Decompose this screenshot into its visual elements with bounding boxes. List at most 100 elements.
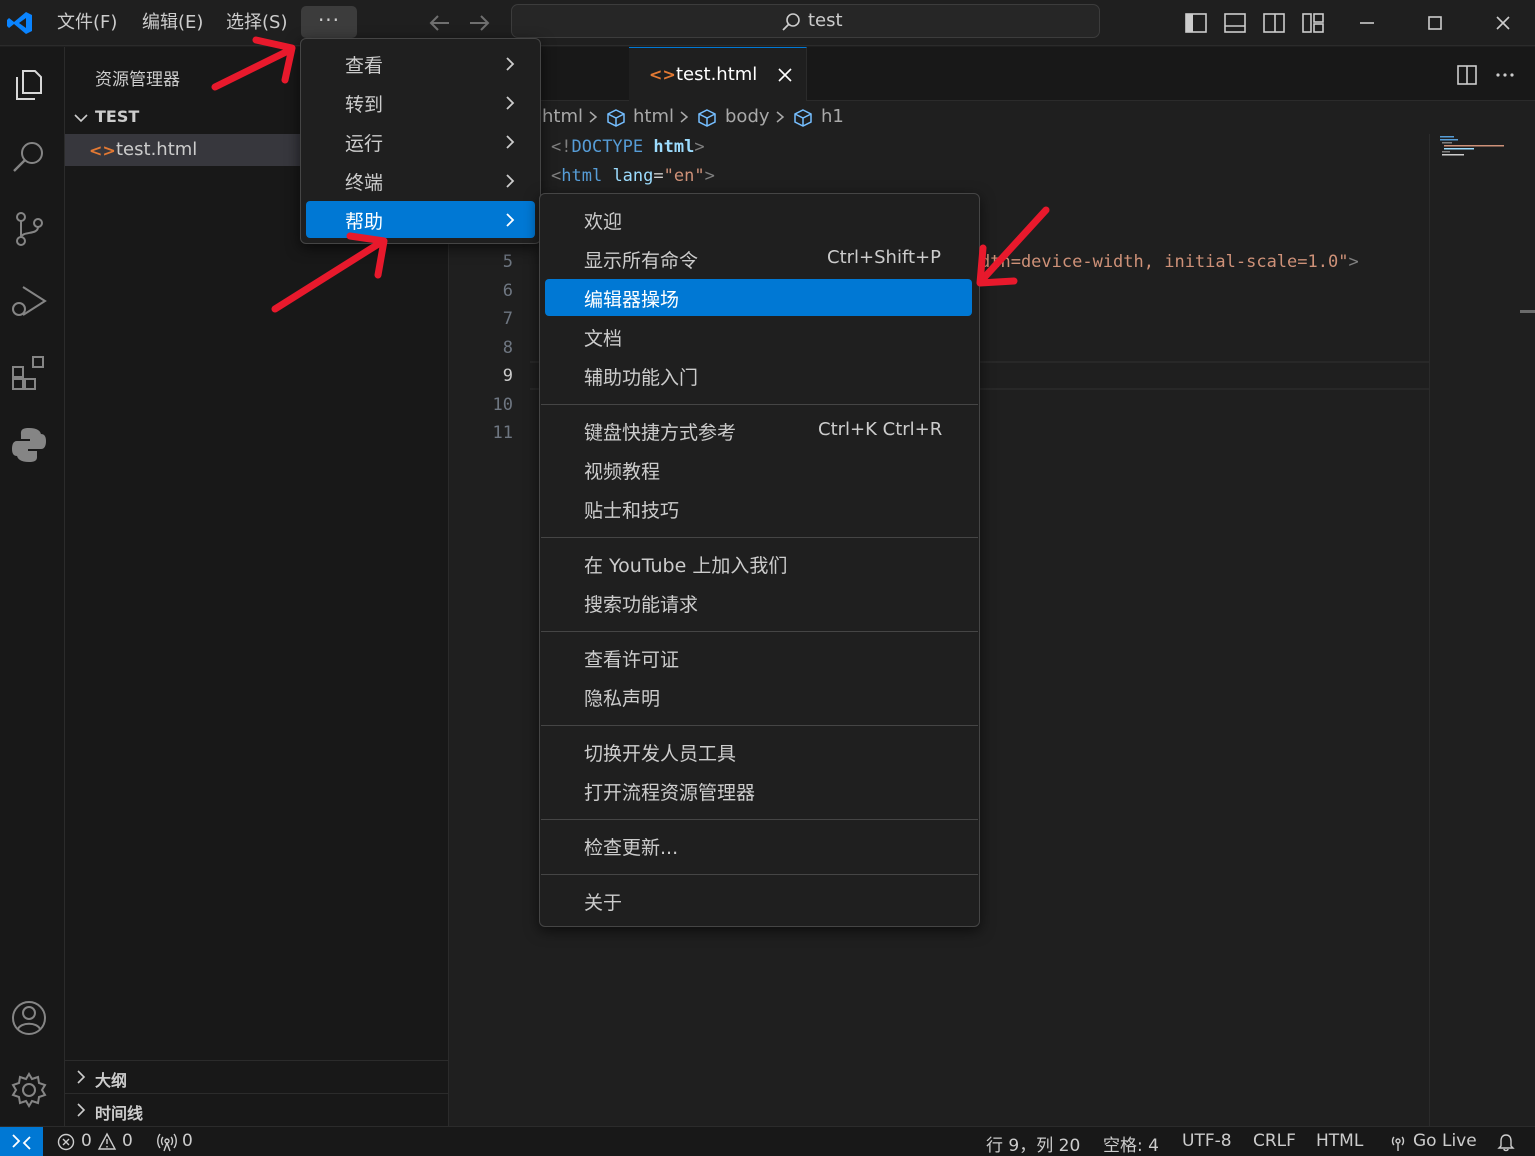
source-control-icon[interactable]: [9, 209, 49, 249]
tab-test-html[interactable]: <> test.html: [629, 47, 807, 101]
broadcast-icon[interactable]: [157, 1132, 177, 1152]
command-center-search[interactable]: test: [511, 4, 1100, 38]
help-video-tutorials[interactable]: 视频教程: [545, 451, 972, 488]
timeline-section[interactable]: 时间线: [65, 1093, 449, 1126]
settings-gear-icon[interactable]: [9, 1070, 49, 1110]
toggle-primary-sidebar-icon[interactable]: [1183, 10, 1209, 36]
end-of-line[interactable]: CRLF: [1253, 1131, 1296, 1151]
forward-arrow-icon[interactable]: [466, 10, 492, 36]
run-debug-icon[interactable]: [9, 281, 49, 321]
help-show-all-commands[interactable]: 显示所有命令 Ctrl+Shift+P: [545, 240, 972, 277]
split-editor-icon[interactable]: [1455, 63, 1479, 87]
warning-count[interactable]: 0: [122, 1131, 133, 1151]
accounts-icon[interactable]: [9, 998, 49, 1038]
line-number: 11: [492, 423, 513, 443]
breadcrumb: html html body h1: [449, 104, 1429, 132]
timeline-label: 时间线: [95, 1104, 144, 1123]
help-toggle-developer-tools[interactable]: 切换开发人员工具: [545, 733, 972, 770]
help-check-for-updates[interactable]: 检查更新...: [545, 827, 972, 864]
minimize-icon[interactable]: [1352, 8, 1382, 38]
toggle-secondary-sidebar-icon[interactable]: [1261, 10, 1287, 36]
html-file-icon: <>: [649, 65, 676, 84]
remote-indicator-button[interactable]: [0, 1127, 43, 1156]
minimap[interactable]: [1429, 134, 1519, 1126]
shortcut-label: Ctrl+K Ctrl+R: [818, 419, 943, 440]
customize-layout-icon[interactable]: [1300, 10, 1326, 36]
chevron-down-icon: [74, 114, 88, 123]
menu-separator: [541, 819, 978, 820]
more-menu-dropdown: 查看 转到 运行 终端 帮助: [300, 38, 541, 244]
menu-item-run[interactable]: 运行: [306, 123, 535, 160]
menu-edit[interactable]: 编辑(E): [142, 10, 203, 36]
help-welcome[interactable]: 欢迎: [545, 201, 972, 238]
menu-separator: [541, 404, 978, 405]
chevron-right-icon: [589, 111, 598, 123]
chevron-right-icon: [506, 213, 515, 227]
outline-section[interactable]: 大纲: [65, 1060, 449, 1093]
python-icon[interactable]: [9, 425, 49, 465]
help-keyboard-shortcuts-reference[interactable]: 键盘快捷方式参考 Ctrl+K Ctrl+R: [545, 412, 972, 449]
ports-count[interactable]: 0: [182, 1131, 193, 1151]
chevron-right-icon: [680, 111, 689, 123]
toggle-panel-icon[interactable]: [1222, 10, 1248, 36]
line-number: 7: [502, 309, 513, 329]
warning-icon[interactable]: [97, 1132, 117, 1151]
menu-separator: [541, 631, 978, 632]
chevron-right-icon: [77, 1070, 86, 1084]
search-icon[interactable]: [9, 137, 49, 177]
status-bar: 0 0 0 行 9，列 20 空格: 4 UTF-8 CRLF HTML Go …: [0, 1126, 1535, 1156]
extensions-icon[interactable]: [9, 353, 49, 393]
error-count[interactable]: 0: [81, 1131, 92, 1151]
menu-selection[interactable]: 选择(S): [226, 10, 287, 36]
error-icon[interactable]: [57, 1133, 75, 1151]
help-search-feature-requests[interactable]: 搜索功能请求: [545, 584, 972, 621]
chevron-right-icon: [506, 57, 515, 71]
line-number: 5: [502, 252, 513, 272]
menu-item-goto[interactable]: 转到: [306, 84, 535, 121]
help-accessibility[interactable]: 辅助功能入门: [545, 357, 972, 394]
maximize-icon[interactable]: [1420, 8, 1450, 38]
close-icon[interactable]: [777, 67, 793, 83]
help-privacy-statement[interactable]: 隐私声明: [545, 678, 972, 715]
menu-item-terminal[interactable]: 终端: [306, 162, 535, 199]
menu-item-view[interactable]: 查看: [306, 45, 535, 82]
help-documentation[interactable]: 文档: [545, 318, 972, 355]
go-live-broadcast-icon[interactable]: [1388, 1132, 1408, 1152]
shortcut-label: Ctrl+Shift+P: [827, 247, 941, 268]
breadcrumb-body[interactable]: body: [725, 106, 770, 127]
breadcrumb-h1[interactable]: h1: [821, 106, 844, 127]
notifications-bell-icon[interactable]: [1496, 1132, 1516, 1152]
menu-separator: [541, 537, 978, 538]
element-cube-icon: [794, 109, 812, 127]
close-window-icon[interactable]: [1488, 8, 1518, 38]
encoding[interactable]: UTF-8: [1182, 1131, 1232, 1151]
title-bar: 文件(F) 编辑(E) 选择(S) ··· test: [0, 0, 1535, 46]
help-join-youtube[interactable]: 在 YouTube 上加入我们: [545, 545, 972, 582]
cursor-position[interactable]: 行 9，列 20: [986, 1131, 1080, 1156]
sidebar-title: 资源管理器: [95, 70, 180, 90]
menu-item-help[interactable]: 帮助: [306, 201, 535, 238]
help-open-process-explorer[interactable]: 打开流程资源管理器: [545, 772, 972, 809]
language-mode[interactable]: HTML: [1316, 1131, 1363, 1151]
line-number: 8: [502, 338, 513, 358]
help-tips-and-tricks[interactable]: 贴士和技巧: [545, 490, 972, 527]
scroll-position-marker: [1520, 310, 1535, 313]
explorer-icon[interactable]: [9, 65, 49, 105]
vertical-scrollbar[interactable]: [1519, 134, 1535, 1126]
breadcrumb-html[interactable]: html: [633, 106, 674, 127]
outline-label: 大纲: [95, 1071, 128, 1090]
more-actions-icon[interactable]: [1493, 63, 1517, 87]
help-about[interactable]: 关于: [545, 882, 972, 919]
help-editor-playground[interactable]: 编辑器操场: [545, 279, 972, 316]
breadcrumb-file[interactable]: html: [542, 106, 583, 127]
go-live-button[interactable]: Go Live: [1413, 1131, 1477, 1151]
more-menus-button[interactable]: ···: [301, 6, 357, 38]
menu-file[interactable]: 文件(F): [57, 10, 117, 36]
element-cube-icon: [607, 109, 625, 127]
indentation[interactable]: 空格: 4: [1103, 1131, 1159, 1156]
help-view-license[interactable]: 查看许可证: [545, 639, 972, 676]
line-number: 6: [502, 281, 513, 301]
code-line-2: <html lang="en">: [551, 166, 715, 186]
activity-bar: [0, 47, 65, 1126]
back-arrow-icon[interactable]: [427, 10, 453, 36]
